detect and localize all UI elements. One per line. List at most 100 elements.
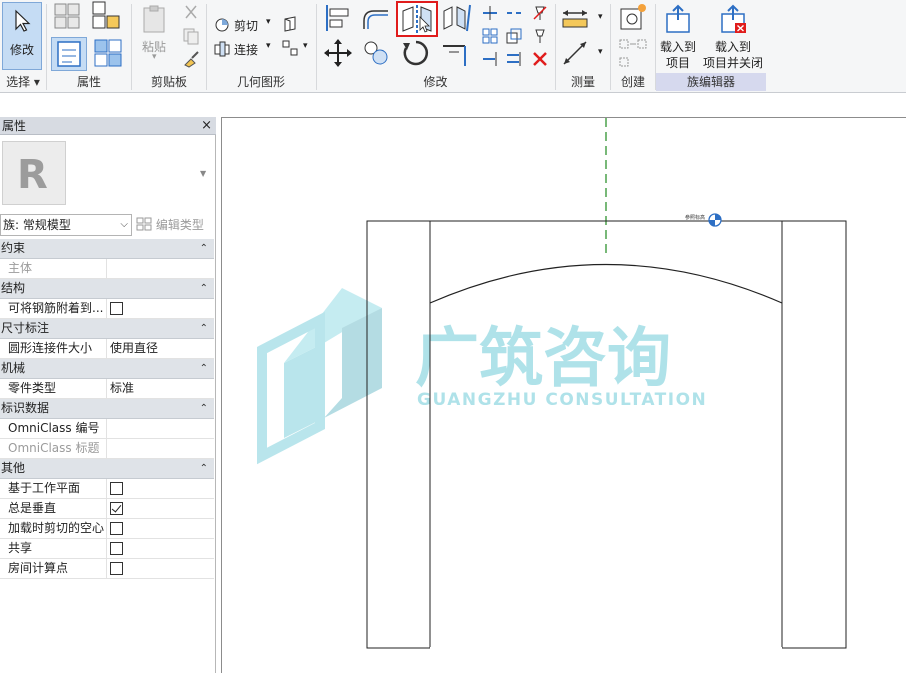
- trim-extend-multiple-icon[interactable]: [505, 50, 523, 68]
- load-into-project-button[interactable]: 载入到 项目: [656, 2, 702, 72]
- properties-toggle-button[interactable]: [51, 37, 87, 71]
- split-face-icon[interactable]: [281, 39, 299, 57]
- property-group-header[interactable]: 标识数据 ⌃: [0, 399, 214, 419]
- property-checkbox[interactable]: [110, 302, 123, 315]
- type-selector-dropdown-icon[interactable]: ▼: [200, 169, 206, 178]
- property-checkbox[interactable]: [110, 542, 123, 555]
- cut-dropdown-icon[interactable]: ▾: [266, 17, 271, 27]
- property-checkbox[interactable]: [110, 482, 123, 495]
- chevron-down-icon: ⌵: [120, 219, 128, 230]
- revit-logo-icon: R: [17, 152, 48, 198]
- modify-button[interactable]: 修改: [2, 2, 42, 70]
- array-icon[interactable]: [481, 27, 499, 45]
- mirror-draw-axis-icon[interactable]: [441, 3, 471, 33]
- join-button[interactable]: 连接: [234, 41, 258, 58]
- property-checkbox[interactable]: [110, 562, 123, 575]
- cut-button[interactable]: 剪切: [234, 17, 258, 34]
- property-group-header[interactable]: 其他 ⌃: [0, 459, 214, 479]
- delete-icon[interactable]: [531, 50, 549, 68]
- scissors-icon[interactable]: [182, 4, 200, 22]
- dimension-dropdown-icon[interactable]: ▾: [598, 47, 603, 57]
- paint-icon[interactable]: [281, 15, 299, 33]
- property-group-label: 尺寸标注: [1, 321, 50, 335]
- property-row: OmniClass 编号: [0, 419, 214, 439]
- property-key: OmniClass 标题: [8, 441, 100, 455]
- close-icon[interactable]: ×: [201, 117, 212, 135]
- property-group-header[interactable]: 结构 ⌃: [0, 279, 214, 299]
- geometry-panel: 剪切 ▾ 连接 ▾ ▾ 几何图形: [207, 0, 315, 93]
- scale-icon[interactable]: [505, 27, 523, 45]
- properties-palette: 属性 × R ▼ 族: 常规模型 ⌵ 编辑类型 约束 ⌃ 主体 结构 ⌃ 可将钢筋附着到.…: [0, 117, 216, 673]
- split-with-gap-icon[interactable]: [505, 4, 523, 22]
- edit-type-button[interactable]: 编辑类型: [136, 214, 214, 236]
- measure-panel-label: 测量: [570, 75, 595, 89]
- type-properties-icon[interactable]: [53, 2, 83, 32]
- select-dropdown[interactable]: 选择 ▾: [0, 73, 46, 91]
- collapse-icon[interactable]: ⌃: [200, 459, 208, 478]
- mirror-pick-axis-button[interactable]: [396, 1, 438, 37]
- level-marker-icon[interactable]: [708, 213, 722, 227]
- arch-curve[interactable]: [429, 263, 783, 304]
- load-into-project-label-1: 载入到: [660, 40, 697, 54]
- split-dropdown-icon[interactable]: ▾: [303, 41, 308, 51]
- property-value-cell: [106, 499, 214, 518]
- property-key: 圆形连接件大小: [8, 341, 93, 355]
- collapse-icon[interactable]: ⌃: [200, 399, 208, 418]
- trim-extend-single-icon[interactable]: [481, 50, 499, 68]
- mirror-pick-axis-icon: [402, 5, 432, 33]
- load-into-project-icon: [666, 4, 690, 33]
- ribbon: 修改 选择 ▾ 属性 粘贴 ▾ 剪贴板 剪切 ▾ 连接 ▾ ▾ 几何图形 修改 …: [0, 0, 906, 93]
- trim-extend-corner-icon[interactable]: [441, 38, 471, 68]
- collapse-icon[interactable]: ⌃: [200, 319, 208, 338]
- measure-between-references-icon[interactable]: [560, 3, 590, 33]
- family-editor-panel-label: 族编辑器: [656, 73, 766, 91]
- join-dropdown-icon[interactable]: ▾: [266, 41, 271, 51]
- load-and-close-label-2: 项目并关闭: [703, 56, 764, 70]
- family-category-icon[interactable]: [93, 38, 123, 68]
- match-properties-icon[interactable]: [182, 50, 200, 68]
- clipboard-panel-label: 剪贴板: [150, 75, 187, 89]
- family-selector[interactable]: 族: 常规模型 ⌵: [0, 214, 132, 236]
- property-value-cell: [106, 559, 214, 578]
- property-group-header[interactable]: 尺寸标注 ⌃: [0, 319, 214, 339]
- property-value[interactable]: 使用直径: [106, 339, 214, 358]
- arch-outer-outline[interactable]: [366, 220, 847, 649]
- align-icon[interactable]: [323, 3, 353, 33]
- drawing-canvas[interactable]: 广筑咨询 GUANGZHU CONSULTATION 参照标高: [221, 117, 906, 673]
- property-key: OmniClass 编号: [8, 421, 100, 435]
- property-group-header[interactable]: 机械 ⌃: [0, 359, 214, 379]
- rotate-icon[interactable]: [401, 38, 431, 68]
- collapse-icon[interactable]: ⌃: [200, 359, 208, 378]
- property-value[interactable]: [106, 419, 214, 438]
- create-similar-icon[interactable]: [618, 38, 648, 68]
- measure-dropdown-icon[interactable]: ▾: [598, 12, 603, 22]
- unpin-icon[interactable]: [531, 4, 549, 22]
- property-row: 主体: [0, 259, 214, 279]
- property-value[interactable]: 标准: [106, 379, 214, 398]
- family-types-icon[interactable]: [91, 0, 121, 30]
- property-key: 可将钢筋附着到...: [8, 301, 104, 315]
- modify-panel: 修改: [317, 0, 554, 93]
- paste-dropdown-icon[interactable]: ▾: [152, 52, 157, 62]
- property-checkbox[interactable]: [110, 502, 123, 515]
- preview-letter: R: [17, 152, 48, 198]
- load-into-project-and-close-button[interactable]: 载入到 项目并关闭: [702, 2, 766, 72]
- split-element-icon[interactable]: [481, 4, 499, 22]
- paste-icon[interactable]: [140, 4, 170, 34]
- create-group-icon[interactable]: [618, 3, 648, 33]
- aligned-dimension-icon[interactable]: [560, 38, 590, 68]
- pin-icon[interactable]: [531, 27, 549, 45]
- property-checkbox[interactable]: [110, 522, 123, 535]
- property-key: 零件类型: [8, 381, 57, 395]
- level-marker-label: 参照标高: [685, 214, 705, 221]
- collapse-icon[interactable]: ⌃: [200, 279, 208, 298]
- properties-icon: [57, 41, 81, 67]
- collapse-icon[interactable]: ⌃: [200, 239, 208, 258]
- property-key: 总是垂直: [8, 501, 57, 515]
- copy-icon[interactable]: [182, 27, 200, 45]
- property-value-cell: [106, 299, 214, 318]
- offset-icon[interactable]: [361, 3, 391, 33]
- move-icon[interactable]: [323, 38, 353, 68]
- copy-element-icon[interactable]: [361, 38, 391, 68]
- property-group-header[interactable]: 约束 ⌃: [0, 239, 214, 259]
